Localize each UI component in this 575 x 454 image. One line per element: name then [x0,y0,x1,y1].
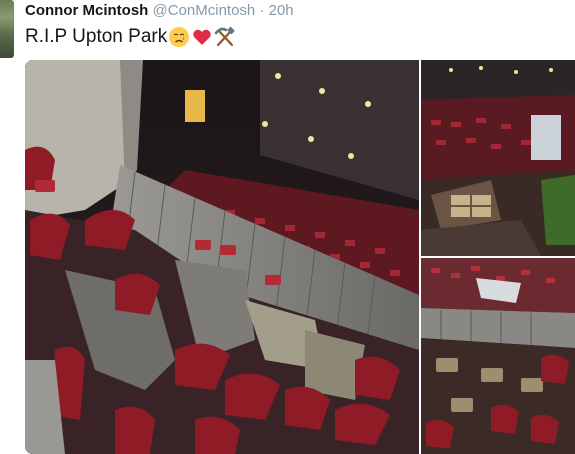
avatar[interactable] [0,0,14,58]
red-heart-icon [191,26,213,48]
tweet-header: Connor Mcintosh @ConMcintosh · 20h [25,2,294,20]
tweet-timestamp[interactable]: 20h [269,2,294,19]
tweet-media-grid [25,60,575,454]
hammer-and-pick-icon [214,26,236,48]
tweet-text: R.I.P Upton Park [25,24,236,50]
tweet-text-content: R.I.P Upton Park [25,26,168,47]
crying-face-icon [168,26,190,48]
author-handle[interactable]: @ConMcintosh [153,2,256,19]
media-photo-top-right[interactable] [421,60,575,256]
media-photo-bottom-right[interactable] [421,258,575,454]
author-name[interactable]: Connor Mcintosh [25,2,148,19]
media-photo-main[interactable] [25,60,419,454]
media-divider-horizontal [421,256,575,258]
meta-separator: · [259,2,265,19]
